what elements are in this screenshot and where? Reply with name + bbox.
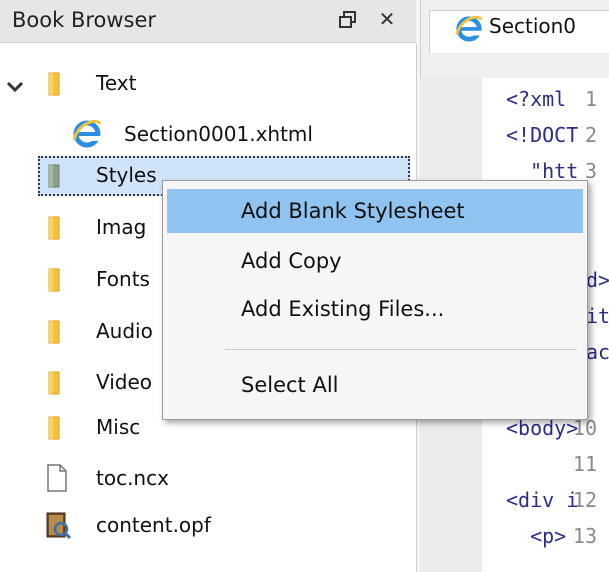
menu-separator xyxy=(225,349,577,350)
package-icon xyxy=(44,510,72,540)
tree-item-label: content.opf xyxy=(96,513,211,537)
panel-title: Book Browser xyxy=(12,8,157,32)
editor-tab-bar: Section0 xyxy=(420,0,609,78)
menu-item-add-blank-stylesheet[interactable]: Add Blank Stylesheet xyxy=(167,189,583,233)
close-panel-icon[interactable]: ✕ xyxy=(376,8,398,30)
code-fragment[interactable]: d> xyxy=(586,268,609,292)
code-line[interactable]: <!DOCT xyxy=(506,123,578,147)
ie-icon xyxy=(455,14,483,42)
code-line[interactable]: <p> xyxy=(506,524,566,548)
menu-item-add-existing-files[interactable]: Add Existing Files... xyxy=(167,287,583,331)
folder-icon xyxy=(48,371,62,395)
tree-item-label: Misc xyxy=(96,415,141,439)
folder-icon xyxy=(48,268,62,292)
menu-item-label: Add Existing Files... xyxy=(241,297,445,321)
line-number: 11 xyxy=(572,452,597,476)
tree-item-content-opf[interactable]: content.opf xyxy=(0,505,416,547)
panel-header: Book Browser ✕ xyxy=(0,0,416,43)
tree-item-label: Text xyxy=(96,71,137,95)
context-menu: Add Blank Stylesheet Add Copy Add Existi… xyxy=(162,180,588,420)
tree-item-label: Fonts xyxy=(96,267,150,291)
code-fragment[interactable]: ac xyxy=(586,340,609,364)
folder-icon xyxy=(48,72,62,96)
menu-item-label: Select All xyxy=(241,373,339,397)
folder-icon xyxy=(48,164,62,188)
menu-item-select-all[interactable]: Select All xyxy=(167,363,583,407)
code-line[interactable]: <?xml xyxy=(506,87,566,111)
tree-item-label: Imag xyxy=(96,215,147,239)
tab-label: Section0 xyxy=(489,14,577,38)
menu-item-add-copy[interactable]: Add Copy xyxy=(167,239,583,283)
tree-item-label: Section0001.xhtml xyxy=(124,122,313,146)
ie-icon xyxy=(72,118,102,148)
tree-item-label: Video xyxy=(96,370,153,394)
tree-item-label: toc.ncx xyxy=(96,466,169,490)
code-line[interactable]: <div i xyxy=(506,488,578,512)
tree-item-label: Styles xyxy=(96,163,157,187)
tree-item-label: Audio xyxy=(96,319,153,343)
tree-item-section0001[interactable]: Section0001.xhtml xyxy=(0,114,416,156)
code-fragment[interactable]: it xyxy=(586,304,609,328)
menu-item-label: Add Copy xyxy=(241,249,342,273)
chevron-down-icon[interactable] xyxy=(6,75,24,93)
float-panel-icon[interactable] xyxy=(338,10,358,30)
document-icon xyxy=(46,464,68,492)
folder-icon xyxy=(48,320,62,344)
menu-item-label: Add Blank Stylesheet xyxy=(241,199,465,223)
folder-icon xyxy=(48,416,62,440)
folder-icon xyxy=(48,216,62,240)
tree-item-toc[interactable]: toc.ncx xyxy=(0,458,416,500)
tree-item-text[interactable]: Text xyxy=(0,63,416,105)
